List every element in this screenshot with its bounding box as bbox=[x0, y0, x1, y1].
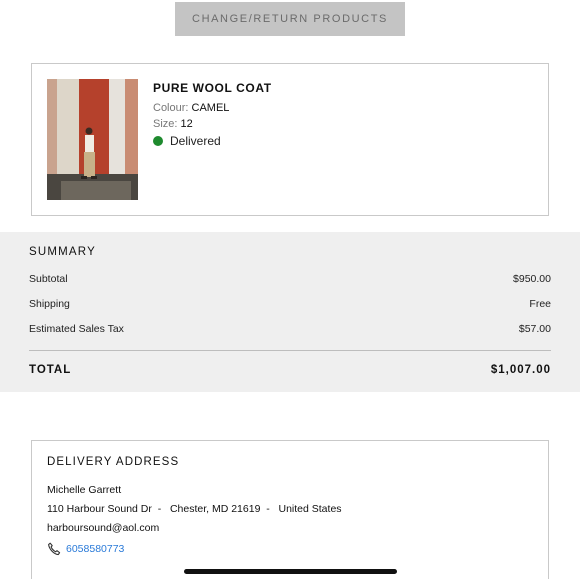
size-value: 12 bbox=[180, 118, 193, 130]
summary-value: $57.00 bbox=[518, 323, 551, 335]
delivery-address-card: DELIVERY ADDRESS Michelle Garrett 110 Ha… bbox=[31, 440, 549, 579]
summary-row-total: TOTAL $1,007.00 bbox=[29, 364, 551, 376]
phone-row[interactable]: 6058580773 bbox=[47, 542, 124, 556]
summary-label: Estimated Sales Tax bbox=[29, 323, 124, 335]
status-text: Delivered bbox=[170, 134, 221, 148]
summary-title: SUMMARY bbox=[29, 246, 96, 258]
colour-value: CAMEL bbox=[191, 102, 230, 114]
colour-label: Colour: bbox=[153, 102, 189, 114]
delivery-status: Delivered bbox=[153, 134, 221, 148]
summary-value: Free bbox=[529, 298, 551, 310]
total-value: $1,007.00 bbox=[490, 364, 551, 376]
phone-icon bbox=[47, 542, 61, 556]
phone-link[interactable]: 6058580773 bbox=[66, 543, 124, 555]
recipient-name: Michelle Garrett bbox=[47, 484, 122, 496]
email-address: harboursound@aol.com bbox=[47, 522, 160, 534]
summary-row-subtotal: Subtotal $950.00 bbox=[29, 273, 551, 285]
total-label: TOTAL bbox=[29, 364, 72, 376]
status-dot-icon bbox=[153, 136, 163, 146]
summary-label: Shipping bbox=[29, 298, 70, 310]
product-name: PURE WOOL COAT bbox=[153, 81, 272, 95]
summary-divider bbox=[29, 350, 551, 351]
summary-label: Subtotal bbox=[29, 273, 68, 285]
change-return-products-button[interactable]: CHANGE/RETURN PRODUCTS bbox=[175, 2, 405, 36]
size-label: Size: bbox=[153, 118, 178, 130]
summary-row-shipping: Shipping Free bbox=[29, 298, 551, 310]
order-summary: SUMMARY Subtotal $950.00 Shipping Free E… bbox=[0, 232, 580, 392]
home-indicator[interactable] bbox=[184, 569, 397, 574]
delivery-address-title: DELIVERY ADDRESS bbox=[47, 456, 180, 468]
summary-row-tax: Estimated Sales Tax $57.00 bbox=[29, 323, 551, 335]
product-card[interactable]: PURE WOOL COAT Colour: CAMEL Size: 12 De… bbox=[31, 63, 549, 216]
street-address: 110 Harbour Sound Dr - Chester, MD 21619… bbox=[47, 503, 342, 515]
summary-value: $950.00 bbox=[513, 273, 551, 285]
product-colour: Colour: CAMEL bbox=[153, 102, 229, 114]
product-size: Size: 12 bbox=[153, 118, 193, 130]
product-image[interactable] bbox=[47, 79, 138, 200]
